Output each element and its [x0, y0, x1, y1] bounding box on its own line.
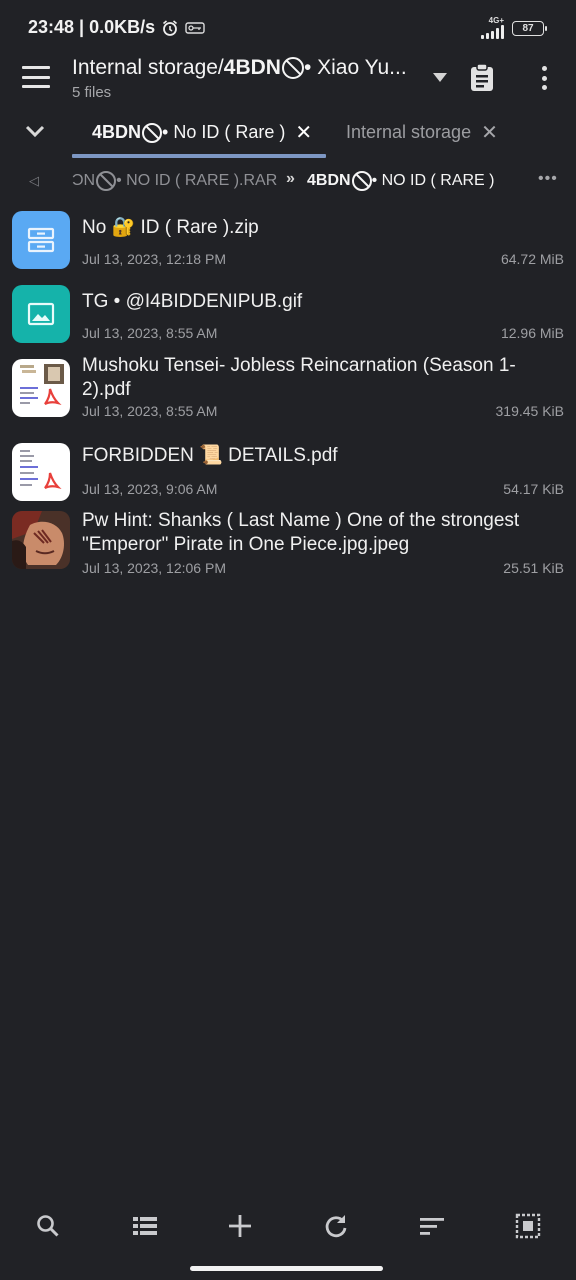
file-date: Jul 13, 2023, 8:55 AM — [82, 403, 218, 419]
list-item[interactable]: No 🔐 ID ( Rare ).zip Jul 13, 2023, 12:18… — [0, 206, 576, 280]
list-item[interactable]: Mushoku Tensei- Jobless Reincarnation (S… — [0, 354, 576, 434]
file-date: Jul 13, 2023, 8:55 AM — [82, 325, 218, 341]
app-header: Internal storage/4BDN • Xiao Yu... 5 fil… — [0, 56, 576, 106]
vpn-key-icon — [185, 21, 205, 35]
list-item[interactable]: FORBIDDEN 📜 DETAILS.pdf Jul 13, 2023, 9:… — [0, 434, 576, 509]
file-size: 319.45 KiB — [495, 403, 565, 419]
file-date: Jul 13, 2023, 9:06 AM — [82, 481, 218, 497]
battery-level: 87 — [522, 22, 534, 34]
breadcrumb: ◁ ƆN • NO ID ( RARE ).RAR » 4BDN • NO ID… — [0, 164, 576, 200]
page-title: Internal storage/4BDN • Xiao Yu... — [72, 56, 407, 79]
file-name: Mushoku Tensei- Jobless Reincarnation (S… — [82, 355, 516, 400]
file-size: 25.51 KiB — [503, 560, 564, 576]
prohibited-icon — [142, 122, 163, 143]
close-tab-icon[interactable]: ✕ — [481, 120, 498, 145]
breadcrumb-rar[interactable]: ƆN • NO ID ( RARE ).RAR — [72, 171, 277, 191]
file-name: FORBIDDEN 📜 DETAILS.pdf — [82, 445, 338, 466]
bottom-toolbar — [0, 1196, 576, 1256]
sort-icon[interactable] — [418, 1212, 446, 1240]
image-thumbnail — [12, 511, 70, 569]
list-view-icon[interactable] — [131, 1212, 159, 1240]
battery-icon: 87 — [512, 20, 547, 36]
status-bar: 23:48 | 0.0KB/s 4G+ 87 — [0, 0, 576, 56]
active-tab-indicator — [72, 154, 326, 158]
select-all-icon[interactable] — [514, 1212, 542, 1240]
file-date: Jul 13, 2023, 12:18 PM — [82, 251, 226, 267]
alarm-icon — [161, 19, 179, 37]
dropdown-arrow-icon[interactable] — [431, 70, 449, 84]
archive-icon — [12, 211, 70, 269]
refresh-icon[interactable] — [322, 1212, 350, 1240]
file-name: No 🔐 ID ( Rare ).zip — [82, 217, 259, 238]
list-item[interactable]: Pw Hint: Shanks ( Last Name ) One of the… — [0, 509, 576, 589]
file-size: 54.17 KiB — [503, 481, 564, 497]
image-icon — [12, 285, 70, 343]
file-size: 12.96 MiB — [500, 325, 564, 341]
list-item[interactable]: TG • @I4BIDDENIPUB.gif Jul 13, 2023, 8:5… — [0, 280, 576, 354]
prohibited-icon — [281, 57, 304, 79]
tab-internal-storage[interactable]: Internal storage ✕ — [346, 120, 498, 145]
title-block[interactable]: Internal storage/4BDN • Xiao Yu... 5 fil… — [72, 56, 407, 101]
breadcrumb-more-icon[interactable]: ••• — [538, 170, 558, 188]
file-name: TG • @I4BIDDENIPUB.gif — [82, 291, 303, 312]
network-type-label: 4G+ — [488, 16, 504, 25]
status-time-speed: 23:48 | 0.0KB/s — [28, 17, 156, 37]
file-list: No 🔐 ID ( Rare ).zip Jul 13, 2023, 12:18… — [0, 206, 576, 589]
chevron-down-icon[interactable] — [24, 124, 48, 142]
breadcrumb-back-icon[interactable]: ◁ — [29, 173, 39, 189]
menu-icon[interactable] — [22, 66, 50, 88]
tab-bar: 4BDN • No ID ( Rare ) ✕ Internal storage… — [0, 108, 576, 158]
signal-icon — [481, 25, 504, 39]
search-icon[interactable] — [34, 1212, 62, 1240]
home-indicator[interactable] — [190, 1266, 383, 1271]
prohibited-icon — [351, 171, 372, 191]
file-name: Pw Hint: Shanks ( Last Name ) One of the… — [82, 510, 520, 555]
pdf-thumbnail — [12, 359, 70, 417]
file-date: Jul 13, 2023, 12:06 PM — [82, 560, 226, 576]
prohibited-icon — [96, 171, 117, 191]
breadcrumb-separator: » — [286, 170, 295, 187]
file-size: 64.72 MiB — [500, 251, 564, 267]
close-tab-icon[interactable]: ✕ — [295, 120, 312, 145]
add-icon[interactable] — [226, 1212, 254, 1240]
pdf-thumbnail — [12, 443, 70, 501]
breadcrumb-current[interactable]: 4BDN • NO ID ( RARE ) — [307, 171, 495, 191]
more-options-icon[interactable] — [530, 64, 558, 92]
file-count: 5 files — [72, 84, 112, 101]
clipboard-icon[interactable] — [468, 62, 496, 92]
tab-no-id-rare[interactable]: 4BDN • No ID ( Rare ) ✕ — [92, 120, 312, 145]
